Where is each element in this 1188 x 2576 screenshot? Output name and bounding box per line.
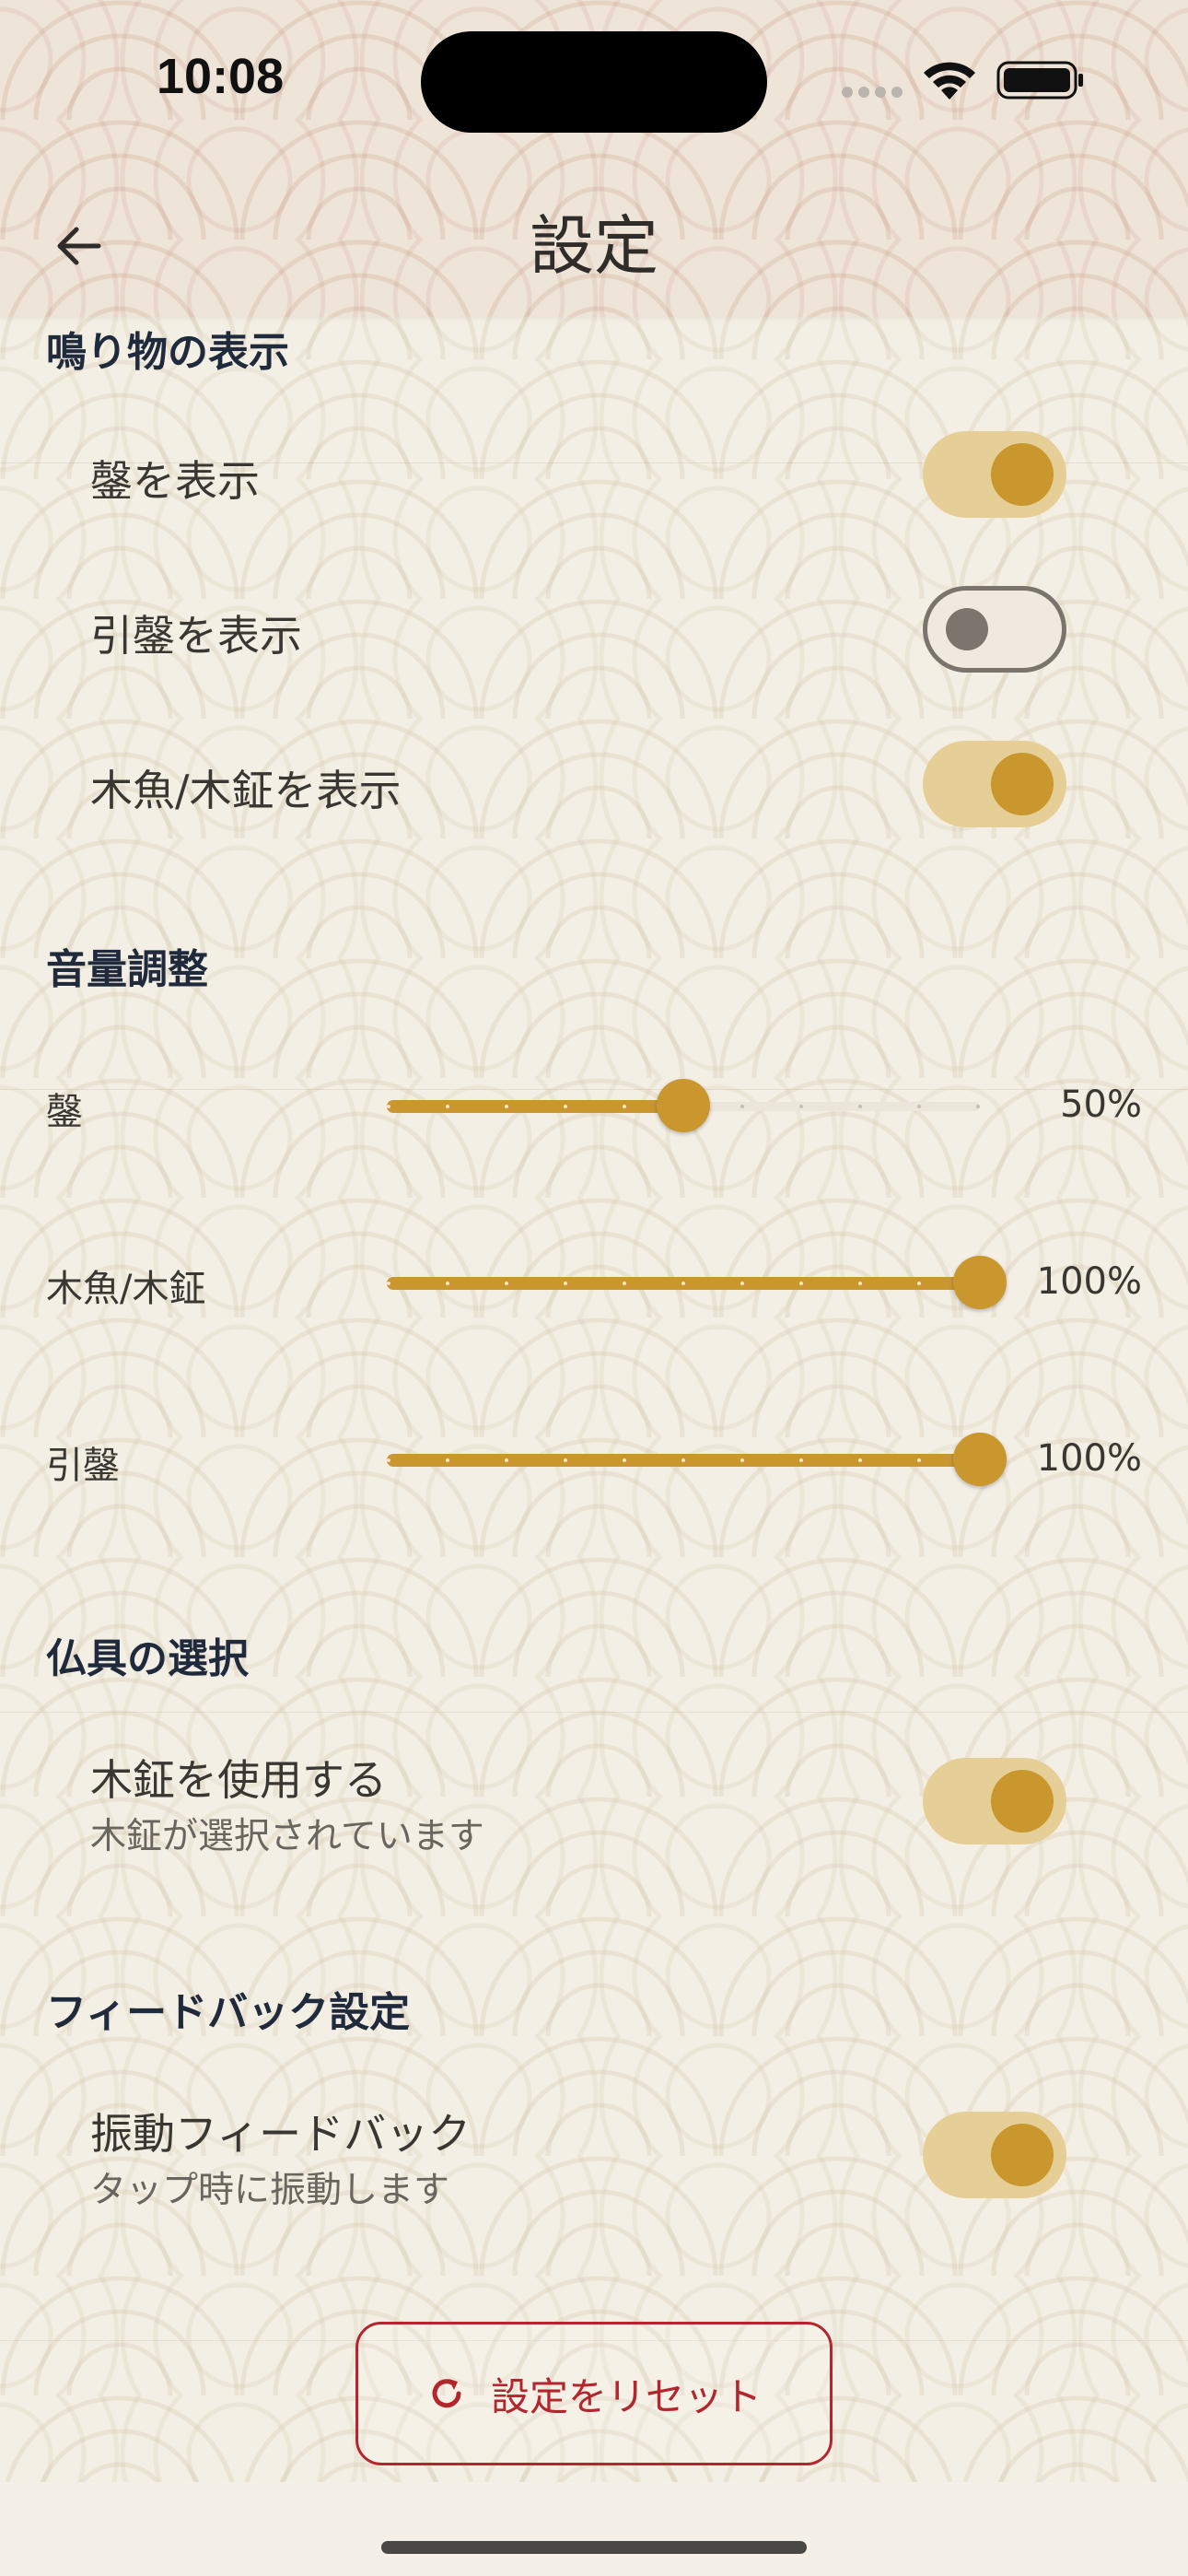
toggle-label-mokugyo: 木魚/木鉦を表示 [90,766,402,815]
toggle-show-inkin[interactable] [923,586,1066,673]
slider-tick [623,1105,626,1108]
section-title-display: 鳴り物の表示 [46,329,289,376]
toggle-label-vibration: 振動フィードバック [90,2109,472,2159]
volume-slider-kin[interactable] [387,1078,980,1133]
slider-thumb[interactable] [953,1256,1007,1309]
slider-tick [623,1458,626,1462]
section-title-instrument: 仏具の選択 [46,1635,249,1682]
slider-tick [505,1105,508,1108]
slider-label-inkin: 引鏧 [46,1445,120,1487]
slider-tick [387,1458,390,1462]
slider-tick [505,1282,508,1285]
cellular-signal-icon [842,87,904,100]
section-title-volume: 音量調整 [46,946,208,993]
volume-slider-mokugyo[interactable] [387,1255,1007,1310]
app-header: 10:08 設定 [0,0,1188,317]
slider-value-mokugyo: 100% [1036,1260,1142,1303]
slider-tick [564,1105,567,1108]
toggle-label-kin: 鏧を表示 [90,456,260,506]
slider-tick [799,1458,803,1462]
slider-tick [446,1458,449,1462]
toggle-show-mokugyo[interactable] [923,741,1066,827]
toggle-label-use-mokusho: 木鉦を使用する [90,1755,387,1805]
toggle-knob [991,2124,1054,2186]
slider-tick [976,1105,980,1108]
refresh-icon [432,2379,461,2408]
slider-label-mokugyo: 木魚/木鉦 [46,1268,206,1310]
reset-button-label: 設定をリセット [490,2373,762,2419]
slider-tick [917,1105,921,1108]
dynamic-island [421,31,767,133]
divider [0,1712,1188,1713]
reset-settings-button[interactable]: 設定をリセット [355,2322,833,2465]
slider-tick [799,1105,803,1108]
toggle-show-kin[interactable] [923,431,1066,518]
slider-tick [740,1282,744,1285]
slider-tick [740,1458,744,1462]
toggle-knob [991,753,1054,815]
slider-tick [446,1282,449,1285]
toggle-knob [991,1770,1054,1832]
slider-tick [681,1458,685,1462]
volume-slider-inkin[interactable] [387,1432,1007,1487]
section-title-feedback: フィードバック設定 [46,1989,411,2036]
slider-value-kin: 50% [1060,1083,1142,1126]
slider-tick [858,1458,862,1462]
slider-tick [858,1282,862,1285]
slider-tick [623,1282,626,1285]
toggle-subtitle-use-mokusho: 木鉦が選択されています [90,1816,484,1857]
slider-tick [505,1458,508,1462]
slider-tick [917,1282,921,1285]
wifi-icon [924,62,975,100]
slider-tick [740,1105,744,1108]
slider-fill [387,1100,683,1113]
slider-thumb[interactable] [953,1433,1007,1486]
slider-tick [387,1105,390,1108]
status-time: 10:08 [157,49,285,104]
toggle-label-inkin: 引鏧を表示 [90,611,302,661]
toggle-subtitle-vibration: タップ時に振動します [90,2170,450,2211]
home-indicator [381,2541,807,2554]
toggle-knob [991,443,1054,506]
slider-tick [858,1105,862,1108]
slider-tick [917,1458,921,1462]
slider-tick [446,1105,449,1108]
battery-icon [996,61,1083,100]
slider-tick [681,1282,685,1285]
slider-tick [564,1282,567,1285]
slider-value-inkin: 100% [1036,1437,1142,1480]
bottom-safe-area [0,2482,1188,2576]
slider-tick [387,1282,390,1285]
toggle-knob [946,608,988,650]
toggle-vibration-feedback[interactable] [923,2112,1066,2198]
page-title: 設定 [530,208,658,284]
slider-label-kin: 鏧 [46,1091,83,1133]
slider-thumb[interactable] [657,1079,710,1132]
toggle-use-mokusho[interactable] [923,1758,1066,1844]
slider-tick [799,1282,803,1285]
slider-tick [564,1458,567,1462]
